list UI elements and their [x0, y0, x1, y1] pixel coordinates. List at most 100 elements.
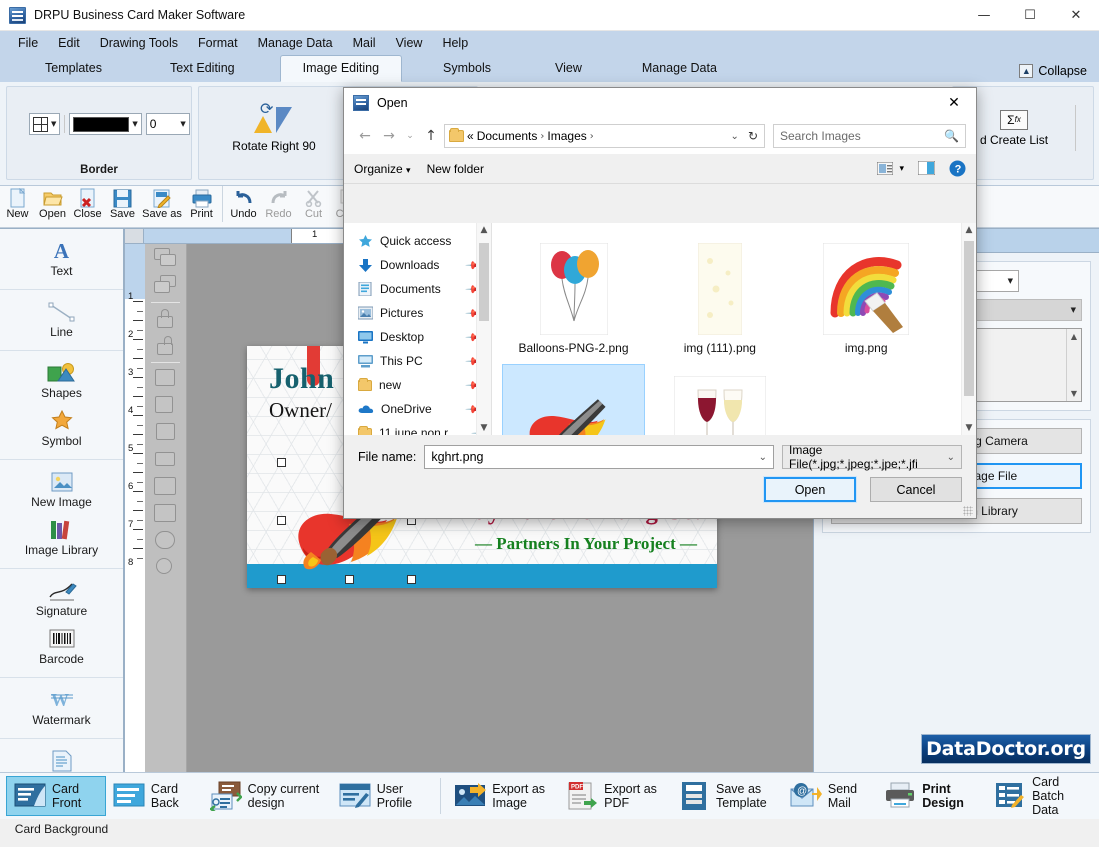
help-button[interactable]: ? — [949, 160, 966, 177]
nav-item-downloads[interactable]: Downloads 📌 — [344, 253, 491, 277]
view-chevron-down-icon[interactable]: ▾ — [899, 163, 904, 174]
file-list-pane[interactable]: Balloons-PNG-2.png img (111).png img.png… — [492, 223, 976, 435]
tool-new-image[interactable]: New Image — [0, 466, 123, 514]
zoom-icon[interactable] — [152, 556, 180, 580]
selection-handle[interactable] — [277, 575, 286, 584]
view-layout-button[interactable] — [876, 161, 894, 176]
breadcrumb-documents[interactable]: Documents — [477, 129, 538, 143]
quickbar-new[interactable]: New — [0, 186, 35, 220]
align-center-icon[interactable] — [152, 394, 180, 418]
lock-icon[interactable] — [152, 307, 180, 331]
new-folder-button[interactable]: New folder — [427, 162, 484, 176]
export-as-image-button[interactable]: Export as Image — [447, 776, 559, 816]
align-middle-icon[interactable] — [152, 475, 180, 499]
refresh-icon[interactable]: ↻ — [748, 129, 758, 143]
card-person-name[interactable]: John — [269, 362, 334, 396]
chevron-down-icon[interactable]: ⌄ — [759, 452, 767, 463]
tool-symbol[interactable]: Symbol — [0, 405, 123, 453]
selection-handle[interactable] — [345, 575, 354, 584]
tab-templates[interactable]: Templates — [22, 55, 125, 82]
nav-back-button[interactable]: ← — [354, 124, 376, 148]
nav-item-desktop[interactable]: Desktop 📌 — [344, 325, 491, 349]
card-back-button[interactable]: Card Back — [106, 776, 203, 816]
align-bottom-icon[interactable] — [152, 502, 180, 526]
quickbar-save[interactable]: Save — [105, 186, 140, 220]
scroll-up-icon[interactable]: ▲ — [962, 225, 976, 235]
align-left-icon[interactable] — [152, 367, 180, 391]
cancel-button[interactable]: Cancel — [870, 477, 962, 502]
preview-pane-button[interactable] — [917, 160, 936, 176]
tool-watermark[interactable]: W Watermark — [0, 684, 123, 732]
nav-item-this-pc[interactable]: This PC 📌 — [344, 349, 491, 373]
menu-item-manage-data[interactable]: Manage Data — [248, 33, 343, 53]
export-as-pdf-button[interactable]: PDF Export as PDF — [559, 776, 671, 816]
tab-view[interactable]: View — [532, 55, 605, 82]
quickbar-undo[interactable]: Undo — [226, 186, 261, 220]
align-top-icon[interactable] — [152, 448, 180, 472]
scroll-up-icon[interactable]: ▲ — [477, 225, 491, 235]
search-box[interactable]: Search Images 🔍 — [773, 124, 966, 148]
selection-handle[interactable] — [277, 458, 286, 467]
minimize-button[interactable]: — — [961, 0, 1007, 31]
card-tagline[interactable]: — Partners In Your Project — — [475, 534, 697, 554]
breadcrumb-images[interactable]: Images — [547, 129, 586, 143]
maximize-button[interactable]: ☐ — [1007, 0, 1053, 31]
menu-item-mail[interactable]: Mail — [343, 33, 386, 53]
bring-to-front-icon[interactable] — [152, 247, 180, 271]
file-pane-scrollbar[interactable]: ▲ ▼ — [961, 223, 976, 435]
navigation-pane[interactable]: Quick access Downloads 📌 Documents 📌 Pic… — [344, 223, 492, 435]
save-as-template-button[interactable]: Save as Template — [671, 776, 783, 816]
menu-item-drawing-tools[interactable]: Drawing Tools — [90, 33, 188, 53]
tab-symbols[interactable]: Symbols — [420, 55, 514, 82]
scrollbar-thumb[interactable] — [479, 243, 489, 321]
file-type-dropdown[interactable]: Image File(*.jpg;*.jpeg;*.jpe;*.jfi ⌄ — [782, 443, 962, 471]
tab-image-editing[interactable]: Image Editing — [279, 55, 403, 82]
menu-item-view[interactable]: View — [386, 33, 433, 53]
tab-text-editing[interactable]: Text Editing — [147, 55, 258, 82]
quickbar-redo[interactable]: Redo — [261, 186, 296, 220]
close-button[interactable]: ✕ — [1053, 0, 1099, 31]
menu-item-edit[interactable]: Edit — [48, 33, 90, 53]
menu-item-file[interactable]: File — [8, 33, 48, 53]
selection-handle[interactable] — [407, 575, 416, 584]
align-right-icon[interactable] — [152, 421, 180, 445]
file-item-img-111[interactable]: img (111).png — [648, 231, 791, 364]
address-bar[interactable]: « Documents › Images › ⌄ ↻ — [444, 124, 765, 148]
address-chevron-down-icon[interactable]: ⌄ — [731, 131, 739, 142]
quickbar-save-as[interactable]: Save as — [140, 186, 184, 220]
nav-item-onedrive[interactable]: OneDrive 📌 — [344, 397, 491, 421]
file-item-balloons[interactable]: Balloons-PNG-2.png — [502, 231, 645, 364]
copy-current-design-button[interactable]: Copy current design — [203, 776, 332, 816]
open-button[interactable]: Open — [763, 476, 857, 503]
quickbar-print[interactable]: Print — [184, 186, 219, 220]
distribute-icon[interactable] — [152, 529, 180, 553]
open-file-dialog[interactable]: Open ✕ ← → ⌄ ↑ « Documents › Images › ⌄ … — [343, 87, 977, 519]
quickbar-close[interactable]: Close — [70, 186, 105, 220]
nav-forward-button[interactable]: → — [378, 124, 400, 148]
send-to-back-icon[interactable] — [152, 274, 180, 298]
scroll-down-icon[interactable]: ▼ — [477, 423, 491, 433]
nav-item-pictures[interactable]: Pictures 📌 — [344, 301, 491, 325]
menu-item-help[interactable]: Help — [432, 33, 478, 53]
tool-barcode[interactable]: Barcode — [0, 623, 123, 671]
list-scrollbar[interactable]: ▲ ▼ — [1066, 329, 1081, 401]
nav-item-new[interactable]: new 📌 — [344, 373, 491, 397]
menu-item-format[interactable]: Format — [188, 33, 248, 53]
unlock-icon[interactable] — [152, 334, 180, 358]
resize-grip[interactable] — [963, 506, 973, 516]
quickbar-open[interactable]: Open — [35, 186, 70, 220]
tab-manage-data[interactable]: Manage Data — [619, 55, 740, 82]
user-profile-button[interactable]: User Profile — [332, 776, 435, 816]
tool-line[interactable]: Line — [0, 296, 123, 344]
dialog-close-button[interactable]: ✕ — [932, 88, 976, 118]
nav-pane-scrollbar[interactable]: ▲ ▼ — [476, 223, 491, 435]
card-batch-data-button[interactable]: Card Batch Data — [987, 775, 1099, 817]
nav-up-button[interactable]: ↑ — [420, 124, 442, 148]
tool-image-library[interactable]: Image Library — [0, 514, 123, 562]
file-item-kghrt[interactable]: kghrt.png — [502, 364, 645, 435]
scroll-down-icon[interactable]: ▼ — [1067, 389, 1081, 398]
border-thickness-dropdown[interactable]: 0 ▼ — [145, 113, 190, 135]
border-color-dropdown[interactable]: ▼ — [69, 113, 142, 135]
organize-button[interactable]: Organize ▾ — [354, 162, 411, 176]
nav-item-documents[interactable]: Documents 📌 — [344, 277, 491, 301]
